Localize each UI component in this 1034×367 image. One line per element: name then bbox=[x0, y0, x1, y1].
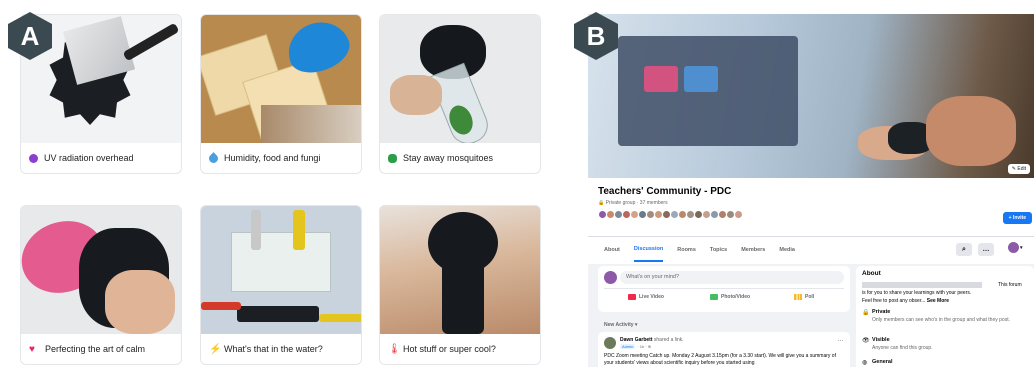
post-text: PDC Zoom meeting Catch up. Monday 2 Augu… bbox=[604, 353, 836, 366]
post-options-icon[interactable]: … bbox=[837, 336, 844, 343]
about-desc: is for you to share your learnings with … bbox=[862, 290, 972, 296]
post-time[interactable]: · 1h · ⊕ bbox=[637, 344, 651, 349]
card-caption-text: Hot stuff or super cool? bbox=[403, 344, 496, 354]
live-video-label: Live Video bbox=[639, 294, 664, 300]
more-button[interactable]: … bbox=[978, 243, 994, 256]
visible-title: Visible bbox=[872, 337, 890, 343]
photo-video-button[interactable]: Photo/Video bbox=[710, 294, 750, 300]
post-author[interactable]: Dawn Garbett bbox=[620, 337, 653, 343]
card-caption: 🌡 Hot stuff or super cool? bbox=[380, 334, 540, 364]
member-avatars[interactable] bbox=[598, 210, 743, 219]
tab-topics[interactable]: Topics bbox=[710, 247, 727, 253]
card-mosquitoes[interactable]: Stay away mosquitoes bbox=[379, 14, 541, 174]
avatar bbox=[1008, 242, 1019, 253]
post-composer: What's on your mind? Live Video Photo/Vi… bbox=[598, 266, 850, 312]
group-title: Teachers' Community - PDC bbox=[598, 186, 732, 197]
card-image bbox=[380, 15, 540, 143]
edit-cover-button[interactable]: ✎ Edit bbox=[1007, 164, 1030, 174]
live-video-icon bbox=[628, 294, 636, 300]
tab-discussion[interactable]: Discussion bbox=[633, 238, 664, 262]
card-caption-text: UV radiation overhead bbox=[44, 153, 134, 163]
eye-icon: 👁 bbox=[862, 338, 870, 344]
poll-label: Poll bbox=[805, 294, 815, 300]
water-drop-icon bbox=[207, 151, 220, 165]
lock-icon: 🔒 bbox=[862, 310, 870, 316]
card-caption: ⚡ What's that in the water? bbox=[201, 334, 361, 364]
card-caption: Stay away mosquitoes bbox=[380, 143, 540, 173]
more-icon: … bbox=[982, 246, 990, 253]
invite-button[interactable]: + Invite bbox=[1002, 212, 1032, 224]
green-bug-icon bbox=[388, 153, 397, 163]
about-card: About This forum is for you to share you… bbox=[856, 266, 1034, 367]
post-action: shared a link. bbox=[653, 337, 684, 343]
see-more-link[interactable]: See More bbox=[927, 298, 949, 304]
card-image bbox=[21, 206, 181, 334]
card-water[interactable]: ⚡ What's that in the water? bbox=[200, 205, 362, 365]
card-caption: ♥ Perfecting the art of calm bbox=[21, 334, 181, 364]
card-caption-text: Stay away mosquitoes bbox=[403, 153, 494, 163]
photo-video-label: Photo/Video bbox=[721, 294, 751, 300]
photo-icon bbox=[710, 294, 718, 300]
poll-button[interactable]: Poll bbox=[794, 294, 814, 300]
live-video-button[interactable]: Live Video bbox=[628, 294, 664, 300]
group-cover-photo: ✎ Edit bbox=[588, 14, 1034, 178]
heart-icon: ♥ bbox=[29, 343, 35, 355]
new-activity-sort[interactable]: New Activity ▾ bbox=[604, 322, 637, 328]
card-caption-text: What's that in the water? bbox=[224, 344, 323, 354]
tab-rooms[interactable]: Rooms bbox=[677, 247, 696, 253]
card-hot[interactable]: 🌡 Hot stuff or super cool? bbox=[379, 205, 541, 365]
chevron-down-icon: ▾ bbox=[1020, 244, 1023, 251]
purple-circle-icon bbox=[29, 153, 38, 163]
privacy-desc: Only members can see who's in the group … bbox=[872, 317, 1010, 323]
avatar bbox=[604, 271, 617, 284]
admin-badge: Admin bbox=[620, 344, 636, 349]
general-title: General bbox=[872, 359, 893, 365]
group-tabs: About Discussion Rooms Topics Members Me… bbox=[588, 236, 1034, 262]
visible-desc: Anyone can find this group. bbox=[872, 345, 933, 351]
tab-media[interactable]: Media bbox=[779, 247, 795, 253]
card-caption: UV radiation overhead bbox=[21, 143, 181, 173]
lightning-icon: ⚡ bbox=[209, 343, 222, 355]
card-caption-text: Humidity, food and fungi bbox=[224, 153, 321, 163]
card-caption-text: Perfecting the art of calm bbox=[45, 344, 146, 354]
card-image bbox=[201, 206, 361, 334]
profile-menu-button[interactable]: ▾ bbox=[1008, 242, 1023, 253]
avatar bbox=[734, 210, 743, 219]
feed-post: Dawn Garbett shared a link. Admin · 1h ·… bbox=[598, 332, 850, 367]
search-icon: ⌕ bbox=[962, 245, 966, 253]
globe-icon: ◍ bbox=[862, 360, 868, 366]
about-title: About bbox=[862, 270, 881, 277]
card-image bbox=[380, 206, 540, 334]
poll-icon bbox=[794, 294, 802, 300]
card-humidity[interactable]: Humidity, food and fungi bbox=[200, 14, 362, 174]
card-image bbox=[201, 15, 361, 143]
group-subtitle: 🔒 Private group · 37 members bbox=[598, 200, 668, 206]
group-page: ✎ Edit Teachers' Community - PDC 🔒 Priva… bbox=[588, 14, 1034, 367]
search-button[interactable]: ⌕ bbox=[956, 243, 972, 256]
tab-members[interactable]: Members bbox=[741, 247, 765, 253]
tab-about[interactable]: About bbox=[604, 247, 620, 253]
about-desc-tail: This forum bbox=[998, 282, 1022, 288]
about-desc-2: Feel free to post any obser... bbox=[862, 298, 926, 304]
privacy-title: Private bbox=[872, 309, 891, 315]
thermometer-icon: 🌡 bbox=[388, 343, 401, 355]
card-caption: Humidity, food and fungi bbox=[201, 143, 361, 173]
avatar bbox=[604, 337, 616, 349]
card-calm[interactable]: ♥ Perfecting the art of calm bbox=[20, 205, 182, 365]
composer-input[interactable]: What's on your mind? bbox=[620, 271, 844, 284]
